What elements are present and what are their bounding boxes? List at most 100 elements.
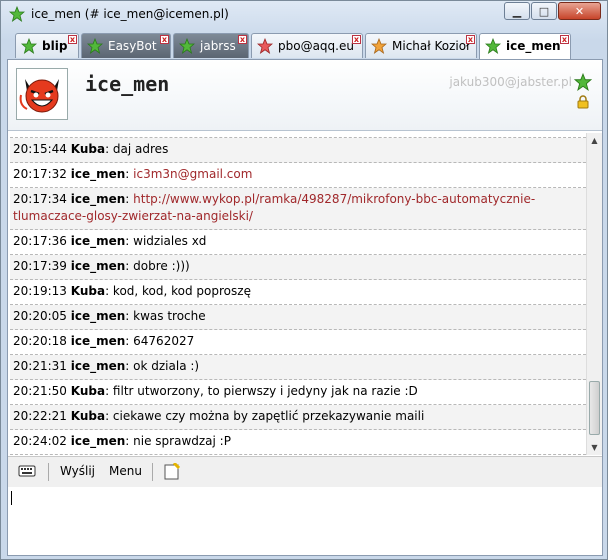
message-nick: ice_men (70, 359, 126, 373)
tab-ice-men[interactable]: ice_men x (479, 33, 571, 60)
maximize-icon: □ (538, 4, 550, 18)
scroll-thumb[interactable] (589, 381, 600, 435)
message-nick: ice_men (70, 309, 126, 323)
message-row: 20:22:21 Kuba: ciekawe czy można by zapę… (10, 405, 586, 430)
star-green-icon (86, 37, 104, 57)
message-nick: ice_men (70, 234, 126, 248)
toolbar-separator (48, 463, 49, 481)
tab-label: blip (42, 39, 68, 53)
message-row: 20:17:34 ice_men: http://www.wykop.pl/ra… (10, 188, 586, 230)
message-text: nie sprawdzaj :P (133, 434, 231, 448)
tab-close-icon[interactable]: x (238, 35, 247, 44)
message-text: kwas troche (133, 309, 206, 323)
app-star-icon (8, 5, 26, 25)
tab-close-icon[interactable]: x (68, 35, 77, 44)
message-time: 20:15:44 (13, 142, 67, 156)
message-text: filtr utworzony, to pierwszy i jedyny ja… (112, 384, 418, 398)
message-nick: Kuba (70, 142, 106, 156)
message-text: widziales xd (133, 234, 207, 248)
message-time: 20:19:13 (13, 284, 67, 298)
star-green-icon (20, 37, 38, 57)
message-row: 20:20:18 ice_men: 64762027 (10, 330, 586, 355)
message-text: daj adres (112, 142, 169, 156)
title-bar[interactable]: ice_men (# ice_men@icemen.pl) ▁ □ ✕ (1, 1, 607, 27)
message-nick: ice_men (70, 167, 126, 181)
message-text: ciekawe czy można by zapętlić przekazywa… (112, 409, 425, 423)
tab-label: pbo@aqq.eu (278, 39, 354, 53)
tab-close-icon[interactable]: x (560, 35, 569, 44)
message-row: 20:24:02 ice_men: nie sprawdzaj :P (10, 430, 586, 455)
tab-blip[interactable]: blip x (15, 33, 79, 58)
message-nick: ice_men (70, 192, 126, 206)
message-row: 20:15:44 Kuba: daj adres (10, 138, 586, 163)
message-text: 64762027 (133, 334, 195, 348)
message-row: 20:17:39 ice_men: dobre :))) (10, 255, 586, 280)
tab-label: EasyBot (108, 39, 157, 53)
message-time: 20:20:18 (13, 334, 67, 348)
star-orange-icon (370, 37, 388, 57)
message-scrollbar[interactable]: ▲ ▼ (586, 133, 602, 455)
message-row: 20:21:50 Kuba: filtr utworzony, to pierw… (10, 380, 586, 405)
message-time: 20:24:02 (13, 434, 67, 448)
toolbar-separator (152, 463, 153, 481)
message-nick: Kuba (70, 409, 106, 423)
message-row: 20:21:31 ice_men: ok dziala :) (10, 355, 586, 380)
message-nick: ice_men (70, 334, 126, 348)
tab-label: ice_men (506, 39, 561, 53)
message-time: 20:17:36 (13, 234, 67, 248)
avatar (16, 68, 68, 120)
message-time: 20:21:50 (13, 384, 67, 398)
message-time: 20:20:05 (13, 309, 67, 323)
message-row: 20:17:32 ice_men: ic3m3n@gmail.com (10, 163, 586, 188)
status-star-icon[interactable] (573, 72, 593, 94)
message-text: kod, kod, kod poproszę (112, 284, 251, 298)
message-link[interactable]: ic3m3n@gmail.com (133, 167, 252, 181)
tab-label: jabrss (200, 39, 236, 53)
keyboard-icon[interactable] (18, 464, 36, 481)
message-row: 20:19:13 Kuba: kod, kod, kod poproszę (10, 280, 586, 305)
tab-easybot[interactable]: EasyBot x (81, 33, 171, 58)
minimize-button[interactable]: ▁ (504, 2, 530, 20)
tab-close-icon[interactable]: x (160, 35, 169, 44)
star-red-icon (256, 37, 274, 57)
tab-close-icon[interactable]: x (466, 35, 475, 44)
tab-bar: blip x EasyBot x jabrss x pbo@aqq.eu x M… (15, 33, 595, 60)
message-time: 20:17:39 (13, 259, 67, 273)
message-time: 20:17:32 (13, 167, 67, 181)
chat-toolbar: Wyślij Menu (8, 456, 602, 488)
message-nick: Kuba (70, 284, 106, 298)
close-window-button[interactable]: ✕ (558, 2, 601, 20)
message-input[interactable] (8, 487, 602, 555)
tab-jabrss[interactable]: jabrss x (173, 33, 249, 58)
contact-name: ice_men (85, 72, 170, 96)
message-text: dobre :))) (133, 259, 190, 273)
message-nick: ice_men (70, 434, 126, 448)
star-green-icon (178, 37, 196, 57)
close-icon: ✕ (574, 4, 585, 18)
send-button[interactable]: Wyślij (60, 464, 95, 478)
chat-window: ice_men (# ice_men@icemen.pl) ▁ □ ✕ blip… (0, 0, 608, 560)
note-icon[interactable] (164, 461, 181, 483)
message-nick: Kuba (70, 384, 106, 398)
message-list[interactable]: 20:10:21 ice_men: to mzoe zapytam na #dr… (10, 133, 586, 455)
chat-panel: ice_men jakub300@jabster.pl 20:10:21 ice… (7, 59, 603, 556)
tab-pbo[interactable]: pbo@aqq.eu x (251, 33, 363, 58)
contact-jid: jakub300@jabster.pl (449, 75, 572, 89)
scroll-down-icon[interactable]: ▼ (587, 440, 602, 455)
scroll-up-icon[interactable]: ▲ (587, 133, 602, 148)
text-caret (11, 491, 12, 505)
tab-close-icon[interactable]: x (352, 35, 361, 44)
menu-button[interactable]: Menu (109, 464, 142, 478)
lock-icon[interactable] (576, 95, 590, 112)
message-row: 20:17:36 ice_men: widziales xd (10, 230, 586, 255)
window-title: ice_men (# ice_men@icemen.pl) (31, 7, 229, 21)
tab-label: Michał Kozioł (392, 39, 470, 53)
message-nick: ice_men (70, 259, 126, 273)
message-time: 20:17:34 (13, 192, 67, 206)
tab-michal[interactable]: Michał Kozioł x (365, 33, 477, 58)
contact-header: ice_men jakub300@jabster.pl (8, 60, 602, 131)
message-row: 20:20:05 ice_men: kwas troche (10, 305, 586, 330)
message-time: 20:21:31 (13, 359, 67, 373)
minimize-icon: ▁ (512, 4, 522, 18)
maximize-button[interactable]: □ (531, 2, 557, 20)
